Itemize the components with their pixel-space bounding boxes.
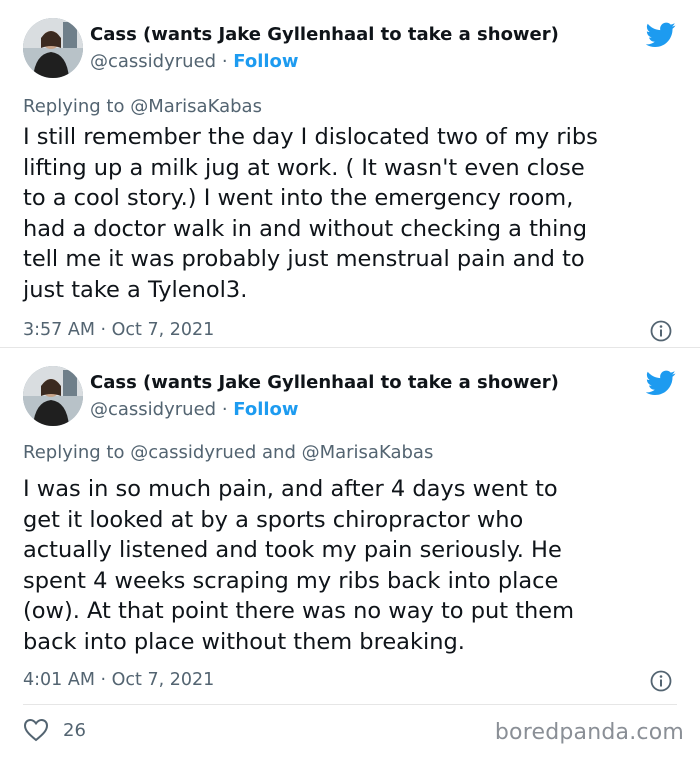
twitter-bird-icon[interactable] <box>646 370 676 396</box>
like-count: 26 <box>63 719 86 741</box>
footer-divider <box>23 704 677 705</box>
reply-mention[interactable]: @cassidyrued and @MarisaKabas <box>130 442 433 463</box>
follow-button[interactable]: Follow <box>233 51 298 72</box>
author-name[interactable]: Cass (wants Jake Gyllenhaal to take a sh… <box>90 372 559 393</box>
follow-button[interactable]: Follow <box>233 399 298 420</box>
separator: · <box>221 399 228 420</box>
separator: · <box>221 51 228 72</box>
avatar[interactable] <box>23 18 83 78</box>
info-icon[interactable] <box>650 670 672 692</box>
watermark: boredpanda.com <box>494 720 684 745</box>
author-handle[interactable]: @cassidyrued <box>90 51 216 72</box>
handle-row: @cassidyrued · Follow <box>90 51 299 72</box>
tweet-card[interactable]: Cass (wants Jake Gyllenhaal to take a sh… <box>0 0 700 348</box>
tweet-text: I was in so much pain, and after 4 days … <box>23 476 575 655</box>
handle-row: @cassidyrued · Follow <box>90 399 299 420</box>
tweet-timestamp[interactable]: 4:01 AM · Oct 7, 2021 <box>23 670 214 690</box>
tweet-text: I still remember the day I dislocated tw… <box>23 124 598 303</box>
avatar[interactable] <box>23 366 83 426</box>
twitter-bird-icon[interactable] <box>646 22 676 48</box>
reply-mention[interactable]: @MarisaKabas <box>130 96 262 117</box>
reply-context: Replying to @MarisaKabas <box>23 96 262 117</box>
info-icon[interactable] <box>650 320 672 342</box>
tweet-card[interactable]: Cass (wants Jake Gyllenhaal to take a sh… <box>0 348 700 698</box>
heart-icon[interactable] <box>23 718 49 742</box>
reply-prefix: Replying to <box>23 442 125 463</box>
like-button[interactable]: 26 <box>23 716 86 744</box>
reply-prefix: Replying to <box>23 96 125 117</box>
author-handle[interactable]: @cassidyrued <box>90 399 216 420</box>
author-name[interactable]: Cass (wants Jake Gyllenhaal to take a sh… <box>90 24 559 45</box>
reply-context: Replying to @cassidyrued and @MarisaKaba… <box>23 442 433 463</box>
tweet-timestamp[interactable]: 3:57 AM · Oct 7, 2021 <box>23 320 214 340</box>
